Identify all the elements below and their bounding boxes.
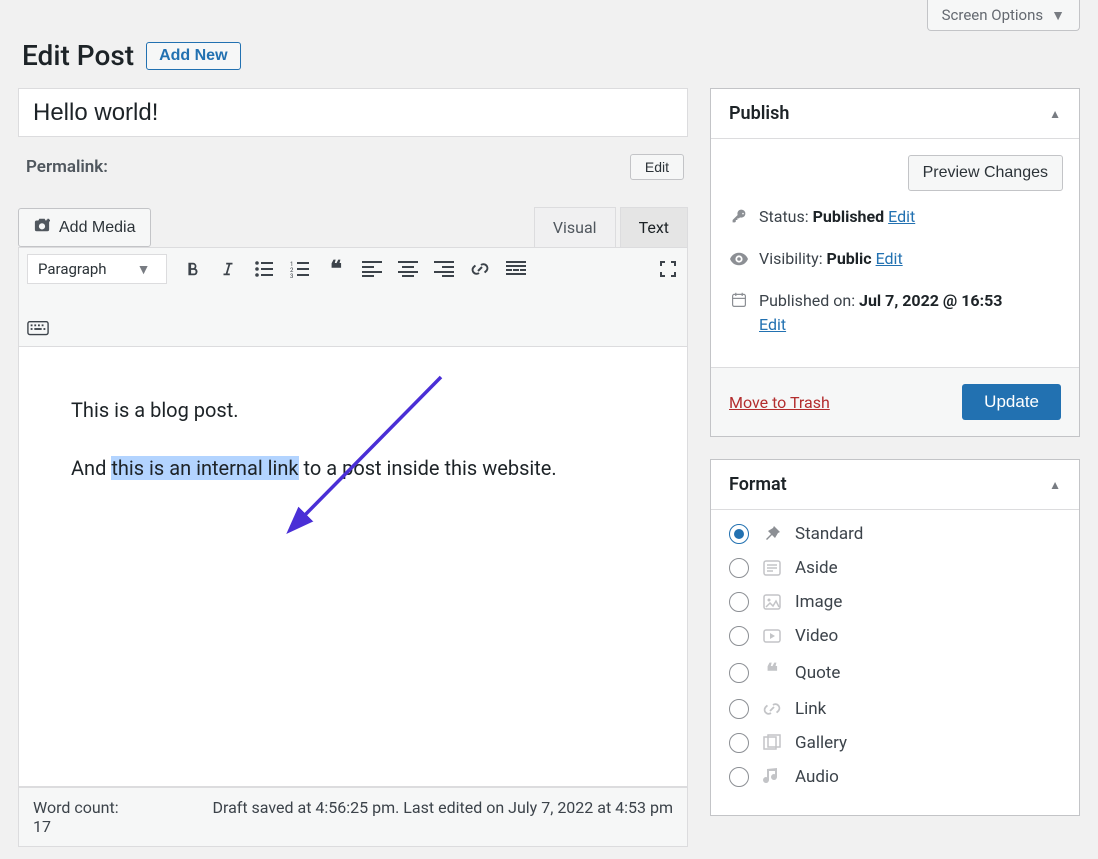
- word-count-label: Word count:: [33, 798, 119, 817]
- format-option-label: Aside: [795, 558, 838, 578]
- status-label: Status:: [759, 207, 813, 226]
- blockquote-button[interactable]: ❝: [325, 258, 347, 280]
- visibility-label: Visibility:: [759, 249, 827, 268]
- bold-button[interactable]: [181, 258, 203, 280]
- format-option-label: Link: [795, 699, 826, 719]
- publish-heading: Publish: [729, 103, 789, 124]
- page-title: Edit Post: [22, 39, 134, 72]
- format-option-video[interactable]: Video: [729, 626, 1061, 646]
- radio-icon: [729, 733, 749, 753]
- autosave-status: Draft saved at 4:56:25 pm. Last edited o…: [153, 798, 673, 836]
- format-option-label: Quote: [795, 663, 840, 683]
- format-option-label: Gallery: [795, 733, 847, 753]
- radio-icon: [729, 524, 749, 544]
- align-right-button[interactable]: [433, 258, 455, 280]
- status-edit-link[interactable]: Edit: [888, 207, 915, 226]
- visibility-value: Public: [827, 249, 872, 268]
- screen-options-label: Screen Options: [942, 6, 1044, 24]
- keyboard-toggle-button[interactable]: [27, 318, 49, 340]
- chevron-up-icon: ▲: [1049, 478, 1061, 492]
- radio-icon: [729, 592, 749, 612]
- gallery-icon: [761, 733, 783, 753]
- post-content-editor[interactable]: This is a blog post. And this is an inte…: [18, 347, 688, 787]
- align-left-button[interactable]: [361, 258, 383, 280]
- italic-button[interactable]: [217, 258, 239, 280]
- editor-paragraph: This is a blog post.: [71, 395, 635, 425]
- key-icon: [729, 207, 749, 231]
- permalink-edit-button[interactable]: Edit: [630, 154, 684, 180]
- format-option-label: Audio: [795, 767, 839, 787]
- permalink-label: Permalink:: [26, 157, 108, 177]
- update-button[interactable]: Update: [962, 384, 1061, 420]
- editor-status-bar: Word count: 17 Draft saved at 4:56:25 pm…: [18, 787, 688, 847]
- block-format-select[interactable]: Paragraph ▼: [27, 254, 167, 284]
- word-count-value: 17: [33, 817, 51, 836]
- radio-icon: [729, 558, 749, 578]
- radio-icon: [729, 626, 749, 646]
- screen-options-toggle[interactable]: Screen Options ▼: [927, 0, 1080, 31]
- insert-link-button[interactable]: [469, 258, 491, 280]
- publish-panel: Publish ▲ Preview Changes Status: Publis…: [710, 88, 1080, 437]
- format-option-gallery[interactable]: Gallery: [729, 733, 1061, 753]
- published-value: Jul 7, 2022 @ 16:53: [859, 291, 1002, 310]
- format-option-link[interactable]: Link: [729, 699, 1061, 719]
- format-option-image[interactable]: Image: [729, 592, 1061, 612]
- calendar-icon: [729, 291, 749, 315]
- editor-paragraph: And this is an internal link to a post i…: [71, 453, 635, 483]
- add-media-button[interactable]: Add Media: [18, 208, 151, 247]
- format-panel-toggle[interactable]: Format ▲: [711, 460, 1079, 510]
- bulleted-list-button[interactable]: [253, 258, 275, 280]
- align-center-button[interactable]: [397, 258, 419, 280]
- format-select-label: Paragraph: [38, 260, 107, 278]
- pin-icon: [761, 524, 783, 544]
- format-option-label: Standard: [795, 524, 863, 544]
- add-new-button[interactable]: Add New: [146, 42, 240, 70]
- move-to-trash-link[interactable]: Move to Trash: [729, 393, 830, 412]
- tab-visual[interactable]: Visual: [534, 207, 616, 247]
- format-option-quote[interactable]: ❝ Quote: [729, 660, 1061, 685]
- svg-text:3: 3: [290, 273, 293, 278]
- visibility-edit-link[interactable]: Edit: [876, 249, 903, 268]
- chevron-down-icon: ▼: [137, 261, 151, 278]
- preview-changes-button[interactable]: Preview Changes: [908, 155, 1063, 191]
- format-panel: Format ▲ Standard Aside Image Video ❝ Quote Li…: [710, 459, 1080, 816]
- link-icon: [761, 699, 783, 719]
- add-media-label: Add Media: [59, 219, 136, 237]
- visibility-icon: [729, 249, 749, 273]
- image-icon: [761, 592, 783, 612]
- quote-icon: ❝: [761, 660, 783, 685]
- chevron-down-icon: ▼: [1051, 7, 1065, 24]
- editor-toolbar: Paragraph ▼ 123 ❝: [18, 247, 688, 347]
- insert-more-button[interactable]: [505, 258, 527, 280]
- fullscreen-button[interactable]: [657, 258, 679, 280]
- format-heading: Format: [729, 474, 787, 495]
- radio-icon: [729, 699, 749, 719]
- format-option-standard[interactable]: Standard: [729, 524, 1061, 544]
- camera-icon: [33, 217, 51, 238]
- video-icon: [761, 626, 783, 646]
- format-option-label: Video: [795, 626, 838, 646]
- format-option-aside[interactable]: Aside: [729, 558, 1061, 578]
- format-option-audio[interactable]: Audio: [729, 767, 1061, 787]
- selected-text: this is an internal link: [111, 456, 298, 480]
- publish-panel-toggle[interactable]: Publish ▲: [711, 89, 1079, 139]
- audio-icon: [761, 767, 783, 787]
- numbered-list-button[interactable]: 123: [289, 258, 311, 280]
- tab-text[interactable]: Text: [620, 207, 688, 247]
- post-title-input[interactable]: [18, 88, 688, 137]
- published-label: Published on:: [759, 291, 859, 310]
- chevron-up-icon: ▲: [1049, 107, 1061, 121]
- format-option-label: Image: [795, 592, 842, 612]
- radio-icon: [729, 663, 749, 683]
- aside-icon: [761, 558, 783, 578]
- status-value: Published: [813, 207, 885, 226]
- published-edit-link[interactable]: Edit: [759, 315, 786, 334]
- radio-icon: [729, 767, 749, 787]
